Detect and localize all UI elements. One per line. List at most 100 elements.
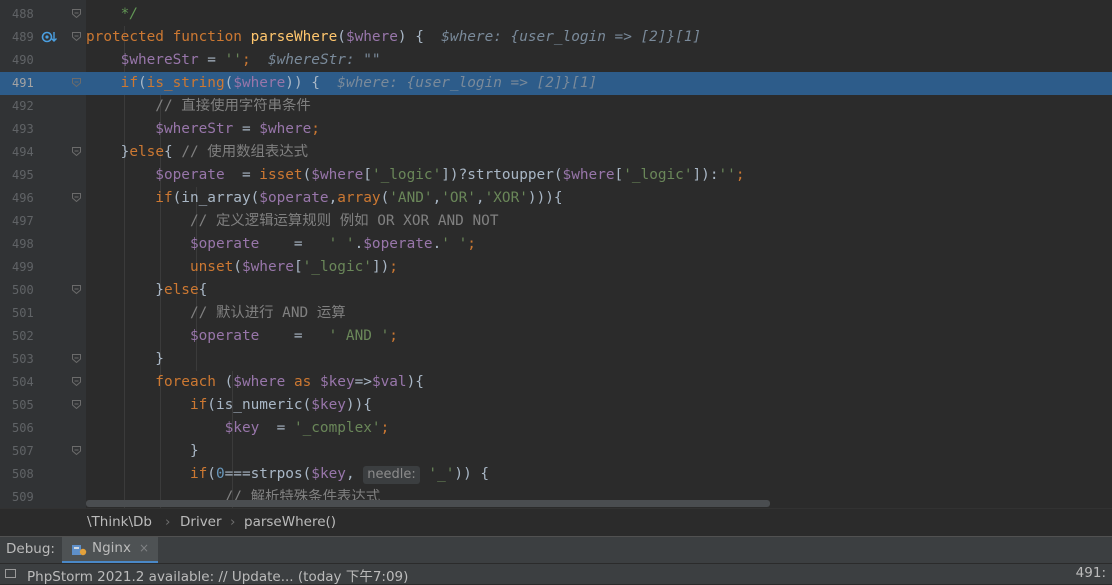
code-line[interactable]: 502 $operate = ' AND ';: [0, 325, 1112, 348]
debug-tab-nginx[interactable]: Nginx ×: [62, 537, 158, 563]
current-execution-line[interactable]: 491 if(is_string($where)) { $where: {use…: [0, 72, 1112, 95]
code-token: is_string: [146, 75, 225, 91]
code-line[interactable]: 499 unset($where['_logic']);: [0, 256, 1112, 279]
code-token: if: [86, 75, 138, 91]
gutter-cell[interactable]: 492: [0, 95, 86, 118]
code-token: '_': [419, 466, 455, 482]
code-line[interactable]: 496 if(in_array($operate,array('AND','OR…: [0, 187, 1112, 210]
code-token: =: [198, 52, 225, 68]
code-token: }: [86, 282, 164, 298]
debug-step-icon[interactable]: [41, 30, 59, 46]
code-editor[interactable]: 488 */489 protected function parseWhere($…: [0, 0, 1112, 508]
code-text: }else{ // 使用数组表达式: [86, 141, 308, 164]
fold-icon[interactable]: [72, 285, 81, 294]
code-text: $key = '_complex';: [86, 417, 390, 440]
status-message[interactable]: PhpStorm 2021.2 available: // Update... …: [27, 565, 408, 585]
code-token: (: [380, 190, 390, 206]
code-line[interactable]: 488 */: [0, 3, 1112, 26]
gutter-cell[interactable]: 489: [0, 26, 86, 49]
code-token: ;: [735, 167, 745, 183]
code-line[interactable]: 508 if(0===strpos($key, needle: '_')) {: [0, 463, 1112, 486]
fold-icon[interactable]: [72, 147, 81, 156]
code-token: }: [86, 443, 199, 459]
gutter-cell[interactable]: 499: [0, 256, 86, 279]
code-token: '_logic': [302, 259, 372, 275]
code-text: if(is_numeric($key)){: [86, 394, 372, 417]
gutter-cell[interactable]: 509: [0, 486, 86, 508]
fold-icon[interactable]: [72, 9, 81, 18]
code-token: $operate: [86, 236, 260, 252]
code-token: (: [207, 466, 216, 482]
horizontal-scrollbar[interactable]: [86, 500, 770, 507]
gutter-cell[interactable]: 496: [0, 187, 86, 210]
code-line[interactable]: 505 if(is_numeric($key)){: [0, 394, 1112, 417]
code-token: $key: [311, 466, 346, 482]
fold-icon[interactable]: [72, 377, 81, 386]
breadcrumb-item-namespace[interactable]: \Think\Db: [87, 514, 152, 530]
gutter-cell[interactable]: 507: [0, 440, 86, 463]
fold-icon[interactable]: [72, 446, 81, 455]
close-icon[interactable]: ×: [139, 541, 149, 555]
caret-position[interactable]: 491:: [1076, 565, 1106, 581]
gutter-cell[interactable]: 490: [0, 49, 86, 72]
code-token: {: [363, 397, 372, 413]
code-line[interactable]: 489 protected function parseWhere($where)…: [0, 26, 1112, 49]
breadcrumb-item-method[interactable]: parseWhere(): [244, 514, 336, 530]
line-number: 509: [12, 490, 34, 504]
code-line[interactable]: 495 $operate = isset($where['_logic'])?s…: [0, 164, 1112, 187]
code-line[interactable]: 492 // 直接使用字符串条件: [0, 95, 1112, 118]
gutter-cell[interactable]: 504: [0, 371, 86, 394]
code-token: ' ': [328, 236, 355, 252]
line-number: 497: [12, 214, 34, 228]
code-line[interactable]: 500 }else{: [0, 279, 1112, 302]
gutter-cell[interactable]: 497: [0, 210, 86, 233]
gutter-cell[interactable]: 505: [0, 394, 86, 417]
code-line[interactable]: 494 }else{ // 使用数组表达式: [0, 141, 1112, 164]
fold-icon[interactable]: [72, 400, 81, 409]
code-line[interactable]: 501 // 默认进行 AND 运算: [0, 302, 1112, 325]
code-token: ===strpos(: [224, 466, 312, 482]
gutter-cell[interactable]: 491: [0, 72, 86, 95]
code-text: protected function parseWhere($where) { …: [86, 26, 701, 49]
fold-icon[interactable]: [72, 354, 81, 363]
gutter-cell[interactable]: 495: [0, 164, 86, 187]
code-line[interactable]: 493 $whereStr = $where;: [0, 118, 1112, 141]
gutter-cell[interactable]: 498: [0, 233, 86, 256]
code-line[interactable]: 504 foreach ($where as $key=>$val){: [0, 371, 1112, 394]
code-token: (: [233, 259, 242, 275]
code-text: // 默认进行 AND 运算: [86, 302, 346, 325]
gutter-cell[interactable]: 488: [0, 3, 86, 26]
line-number: 504: [12, 375, 34, 389]
code-token: ,: [345, 466, 364, 482]
fold-icon[interactable]: [72, 32, 81, 41]
fold-icon[interactable]: [72, 193, 81, 202]
code-line[interactable]: 506 $key = '_complex';: [0, 417, 1112, 440]
fold-icon[interactable]: [72, 78, 81, 87]
code-token: ;: [389, 259, 398, 275]
gutter-cell[interactable]: 500: [0, 279, 86, 302]
code-token: if: [86, 397, 208, 413]
code-text: // 直接使用字符串条件: [86, 95, 311, 118]
gutter-cell[interactable]: 508: [0, 463, 86, 486]
gutter-cell[interactable]: 501: [0, 302, 86, 325]
code-token: [: [293, 259, 303, 275]
gutter-cell[interactable]: 506: [0, 417, 86, 440]
breadcrumb-separator: ›: [165, 514, 171, 530]
code-token: ' ': [441, 236, 468, 252]
code-line[interactable]: 507 }: [0, 440, 1112, 463]
code-token: =: [233, 121, 260, 137]
code-token: as: [293, 374, 320, 390]
code-token: .: [354, 236, 364, 252]
code-token: protected function: [86, 29, 251, 45]
code-line[interactable]: 497 // 定义逻辑运算规则 例如 OR XOR AND NOT: [0, 210, 1112, 233]
gutter-cell[interactable]: 494: [0, 141, 86, 164]
line-number: 492: [12, 99, 34, 113]
code-line[interactable]: 503 }: [0, 348, 1112, 371]
gutter-cell[interactable]: 502: [0, 325, 86, 348]
code-line[interactable]: 490 $whereStr = ''; $whereStr: "": [0, 49, 1112, 72]
breadcrumb-item-class[interactable]: Driver: [180, 514, 222, 530]
code-line[interactable]: 498 $operate = ' '.$operate.' ';: [0, 233, 1112, 256]
window-toggle-icon[interactable]: [5, 569, 16, 578]
gutter-cell[interactable]: 493: [0, 118, 86, 141]
gutter-cell[interactable]: 503: [0, 348, 86, 371]
